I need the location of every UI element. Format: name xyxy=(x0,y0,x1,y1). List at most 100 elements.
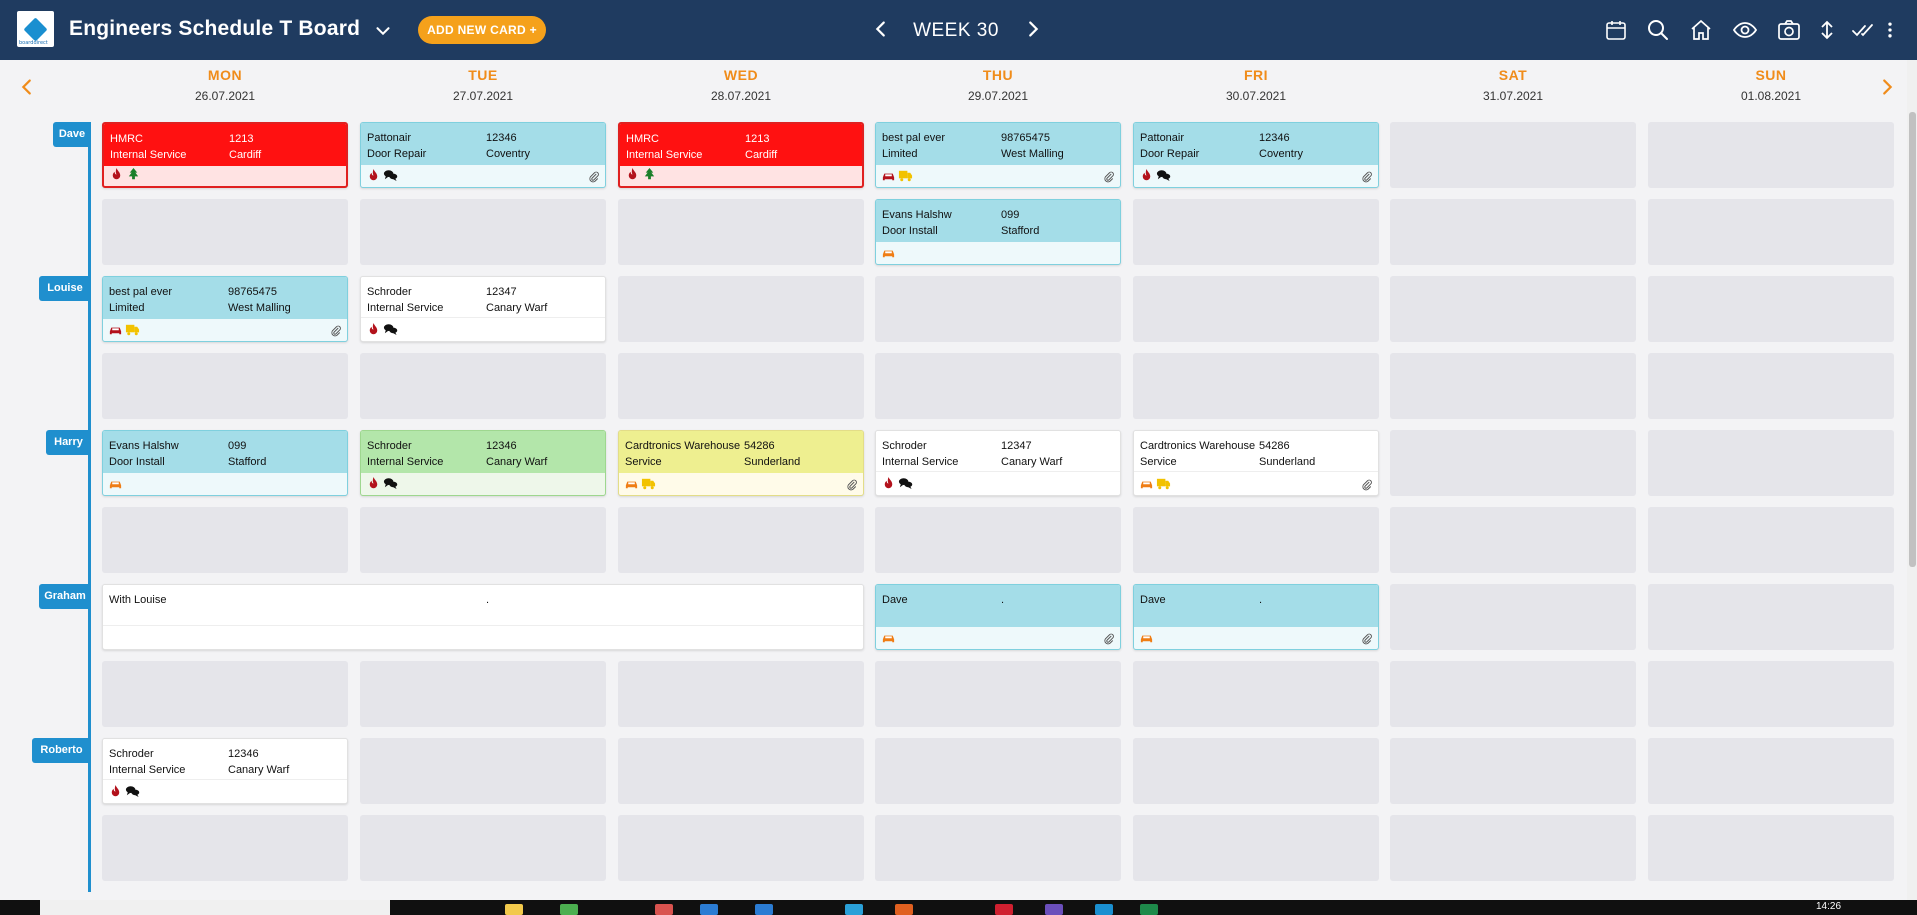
schedule-slot[interactable] xyxy=(1648,430,1894,496)
home-icon[interactable] xyxy=(1686,15,1716,45)
schedule-slot[interactable] xyxy=(1648,584,1894,650)
schedule-slot[interactable] xyxy=(1133,276,1379,342)
schedule-slot[interactable] xyxy=(360,199,606,265)
job-card[interactable]: Pattonair Door Repair 12346 Coventry xyxy=(1133,122,1379,188)
schedule-slot[interactable] xyxy=(618,199,864,265)
engineer-tag-harry[interactable]: Harry xyxy=(46,430,91,455)
check-all-icon[interactable] xyxy=(1848,15,1878,45)
job-card[interactable]: Schroder Internal Service 12346 Canary Warf xyxy=(102,738,348,804)
paperclip-icon[interactable] xyxy=(1361,632,1373,645)
schedule-slot[interactable] xyxy=(1390,738,1636,804)
schedule-slot[interactable] xyxy=(875,815,1121,881)
app-logo[interactable]: boarddirect xyxy=(17,11,54,47)
chevron-down-icon[interactable] xyxy=(372,20,394,42)
job-card[interactable]: HMRC Internal Service 1213 Cardiff xyxy=(102,122,348,188)
schedule-slot[interactable] xyxy=(1648,738,1894,804)
schedule-slot[interactable] xyxy=(360,815,606,881)
paperclip-icon[interactable] xyxy=(1103,170,1115,183)
schedule-slot[interactable] xyxy=(102,661,348,727)
board-title[interactable]: Engineers Schedule T Board xyxy=(69,17,360,41)
expand-collapse-icon[interactable] xyxy=(1812,15,1842,45)
search-icon[interactable] xyxy=(1643,15,1673,45)
add-new-card-button[interactable]: ADD NEW CARD + xyxy=(418,16,546,44)
schedule-slot[interactable] xyxy=(1648,122,1894,188)
taskbar-folder-icon[interactable] xyxy=(505,904,523,915)
taskbar-app-icon[interactable] xyxy=(1045,904,1063,915)
schedule-slot[interactable] xyxy=(875,661,1121,727)
camera-icon[interactable] xyxy=(1774,15,1804,45)
schedule-slot[interactable] xyxy=(618,661,864,727)
schedule-slot[interactable] xyxy=(1648,276,1894,342)
taskbar-app-icon[interactable] xyxy=(560,904,578,915)
schedule-slot[interactable] xyxy=(1648,507,1894,573)
engineer-tag-graham[interactable]: Graham xyxy=(39,584,91,609)
schedule-slot[interactable] xyxy=(618,353,864,419)
schedule-slot[interactable] xyxy=(1390,199,1636,265)
taskbar-app-icon[interactable] xyxy=(755,904,773,915)
job-card[interactable]: Schroder Internal Service 12347 Canary Warf xyxy=(360,276,606,342)
engineer-tag-roberto[interactable]: Roberto xyxy=(32,738,91,763)
calendar-icon[interactable] xyxy=(1601,15,1631,45)
job-card[interactable]: Schroder Internal Service 12347 Canary Warf xyxy=(875,430,1121,496)
next-week-icon[interactable] xyxy=(1022,16,1044,42)
schedule-slot[interactable] xyxy=(1133,507,1379,573)
schedule-slot[interactable] xyxy=(1390,276,1636,342)
schedule-slot[interactable] xyxy=(1390,122,1636,188)
schedule-slot[interactable] xyxy=(1648,661,1894,727)
scroll-left-icon[interactable] xyxy=(16,76,38,98)
schedule-slot[interactable] xyxy=(1133,661,1379,727)
schedule-slot[interactable] xyxy=(360,661,606,727)
job-card[interactable]: Dave. xyxy=(875,584,1121,650)
taskbar-app-icon[interactable] xyxy=(1140,904,1158,915)
schedule-slot[interactable] xyxy=(1648,199,1894,265)
schedule-slot[interactable] xyxy=(618,507,864,573)
schedule-slot[interactable] xyxy=(618,738,864,804)
paperclip-icon[interactable] xyxy=(1103,632,1115,645)
job-card[interactable]: With Louise. xyxy=(102,584,864,650)
schedule-slot[interactable] xyxy=(1133,353,1379,419)
job-card[interactable]: Evans Halshw Door Install 099 Stafford xyxy=(102,430,348,496)
schedule-slot[interactable] xyxy=(360,738,606,804)
paperclip-icon[interactable] xyxy=(588,170,600,183)
schedule-slot[interactable] xyxy=(102,199,348,265)
job-card[interactable]: Schroder Internal Service 12346 Canary Warf xyxy=(360,430,606,496)
taskbar-search[interactable] xyxy=(40,900,390,915)
job-card[interactable]: Pattonair Door Repair 12346 Coventry xyxy=(360,122,606,188)
engineer-tag-louise[interactable]: Louise xyxy=(39,276,91,301)
schedule-slot[interactable] xyxy=(875,507,1121,573)
schedule-slot[interactable] xyxy=(102,815,348,881)
schedule-slot[interactable] xyxy=(1648,353,1894,419)
schedule-slot[interactable] xyxy=(360,353,606,419)
eye-icon[interactable] xyxy=(1730,15,1760,45)
taskbar-app-icon[interactable] xyxy=(1095,904,1113,915)
schedule-slot[interactable] xyxy=(618,276,864,342)
schedule-slot[interactable] xyxy=(1133,199,1379,265)
job-card[interactable]: Cardtronics Warehouse Service 54286 Sunderl… xyxy=(1133,430,1379,496)
schedule-slot[interactable] xyxy=(1133,815,1379,881)
taskbar-app-icon[interactable] xyxy=(700,904,718,915)
schedule-slot[interactable] xyxy=(102,353,348,419)
paperclip-icon[interactable] xyxy=(1361,170,1373,183)
schedule-slot[interactable] xyxy=(875,353,1121,419)
schedule-slot[interactable] xyxy=(360,507,606,573)
job-card[interactable]: Dave. xyxy=(1133,584,1379,650)
taskbar-app-icon[interactable] xyxy=(655,904,673,915)
schedule-slot[interactable] xyxy=(618,815,864,881)
taskbar-app-icon[interactable] xyxy=(845,904,863,915)
schedule-slot[interactable] xyxy=(1390,353,1636,419)
previous-week-icon[interactable] xyxy=(870,16,892,42)
schedule-slot[interactable] xyxy=(102,507,348,573)
job-card[interactable]: Evans Halshw Door Install 099 Stafford xyxy=(875,199,1121,265)
job-card[interactable]: best pal ever Limited 98765475 West Malling xyxy=(102,276,348,342)
paperclip-icon[interactable] xyxy=(1361,478,1373,491)
schedule-slot[interactable] xyxy=(1390,507,1636,573)
paperclip-icon[interactable] xyxy=(846,478,858,491)
job-card[interactable]: best pal ever Limited 98765475 West Malling xyxy=(875,122,1121,188)
schedule-slot[interactable] xyxy=(875,276,1121,342)
engineer-tag-dave[interactable]: Dave xyxy=(53,122,91,147)
paperclip-icon[interactable] xyxy=(330,324,342,337)
taskbar-app-icon[interactable] xyxy=(995,904,1013,915)
taskbar-app-icon[interactable] xyxy=(895,904,913,915)
job-card[interactable]: HMRC Internal Service 1213 Cardiff xyxy=(618,122,864,188)
schedule-slot[interactable] xyxy=(1390,815,1636,881)
